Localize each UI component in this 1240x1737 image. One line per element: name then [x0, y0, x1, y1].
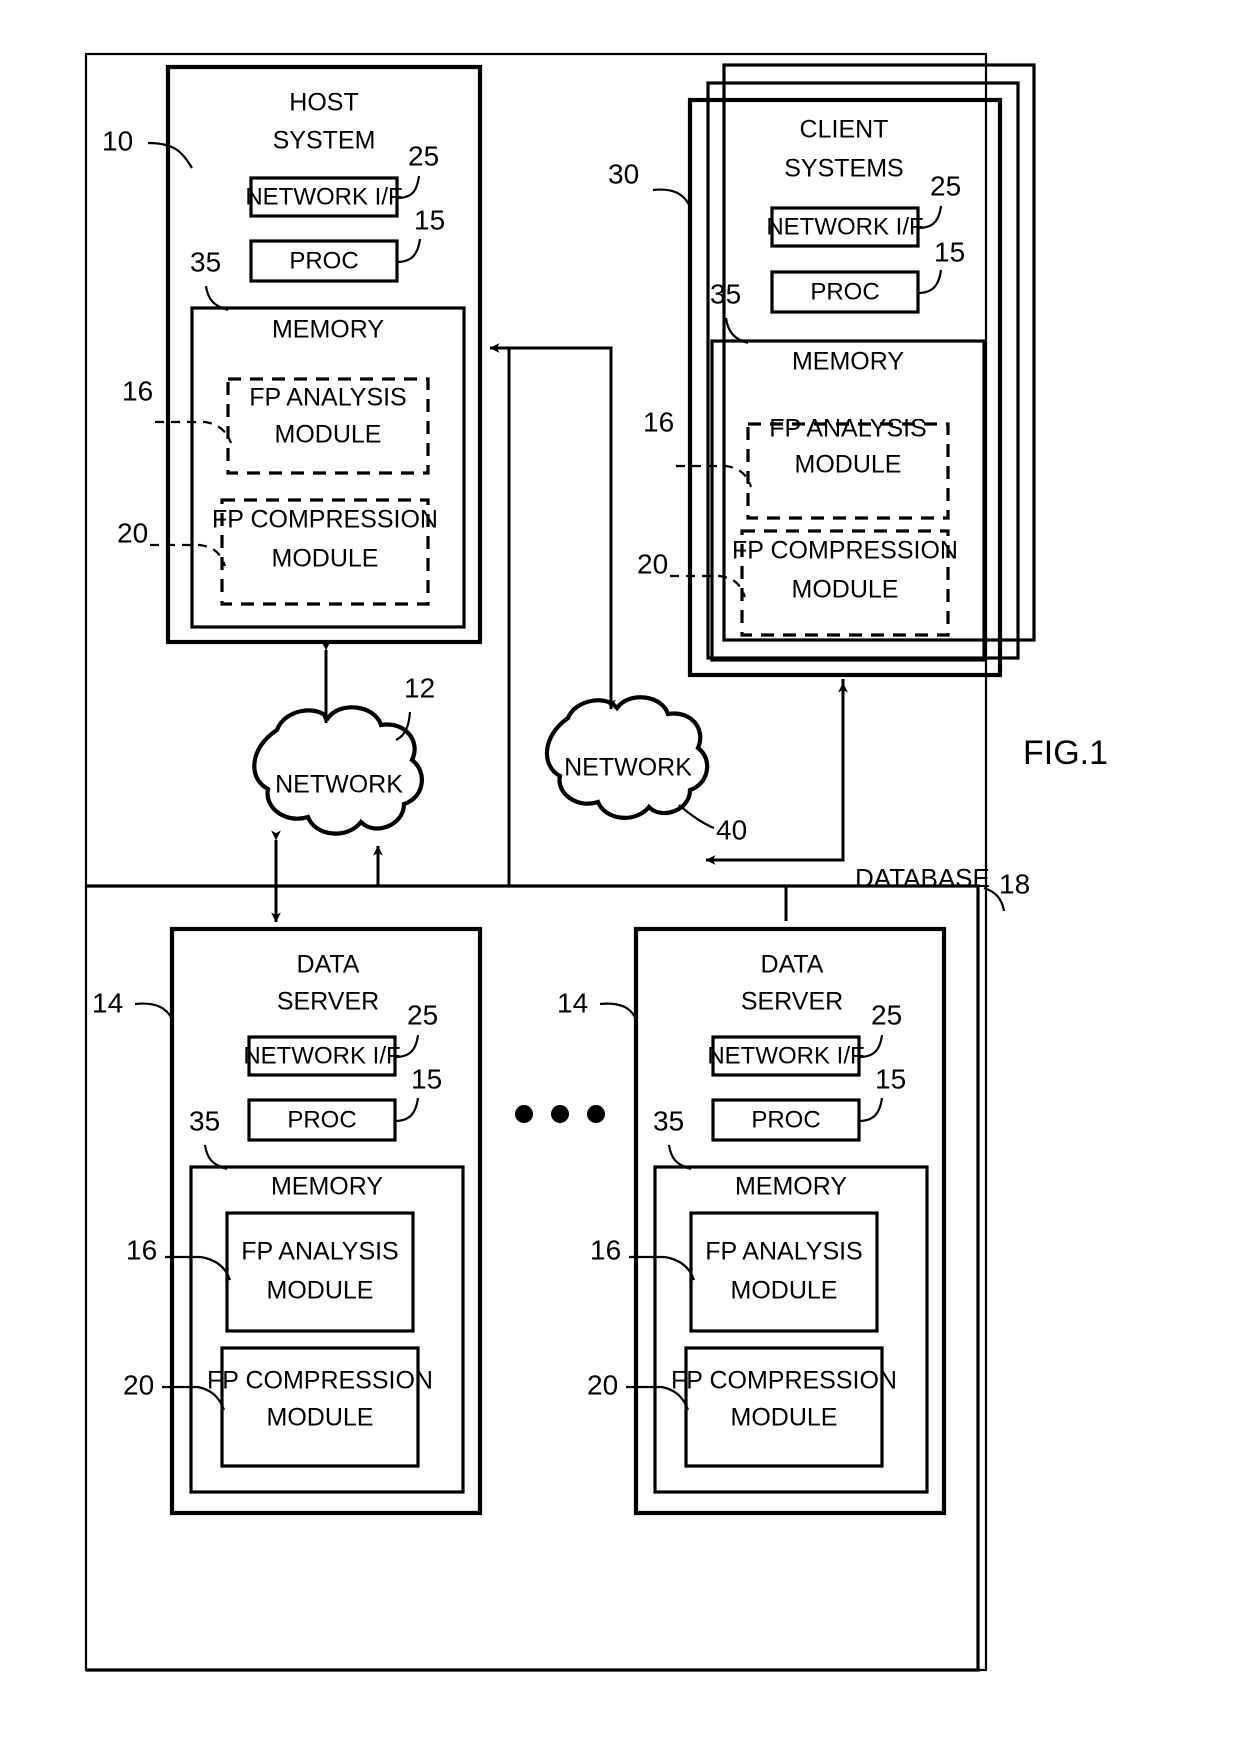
ref-15-host: 15 [414, 204, 445, 235]
ref-leader-16-ds-left [165, 1255, 232, 1281]
client-fp-analysis-module-line2: MODULE [795, 451, 902, 479]
data-server-right: DATA SERVER 14 NETWORK I/F 25 PROC 15 ME… [557, 926, 947, 1516]
database-label: DATABASE [855, 863, 990, 893]
client-network-if-label: NETWORK I/F [766, 213, 923, 240]
host-system-title-line2: SYSTEM [273, 127, 376, 155]
host-fp-compression-module-line1: FP COMPRESSION [212, 506, 438, 534]
ref-leader-30 [652, 188, 692, 208]
client-systems-title-line1: CLIENT [800, 116, 889, 144]
ref-25-ds-right: 25 [871, 999, 902, 1030]
ref-35-ds-left: 35 [189, 1105, 220, 1136]
data-server-left-fp-analysis-module-box [225, 1211, 415, 1333]
ref-leader-14-left [134, 1002, 175, 1022]
ref-16-client: 16 [643, 406, 674, 437]
data-server-right-network-if-label: NETWORK I/F [707, 1042, 864, 1069]
data-server-right-title-line1: DATA [761, 951, 824, 979]
ref-20-ds-right: 20 [587, 1369, 618, 1400]
host-system: HOST SYSTEM NETWORK I/F 25 PROC 15 MEMOR… [117, 64, 483, 645]
data-server-right-title-line2: SERVER [741, 988, 843, 1016]
host-network-if-label: NETWORK I/F [245, 183, 402, 210]
ref-15-ds-right: 15 [875, 1063, 906, 1094]
network-cloud-40: NETWORK 40 [545, 695, 747, 845]
host-memory-label: MEMORY [272, 316, 384, 344]
data-server-right-memory-label: MEMORY [735, 1173, 847, 1201]
ref-leader-15-ds-right [858, 1097, 884, 1123]
ref-35-host: 35 [190, 246, 221, 277]
ref-20-ds-left: 20 [123, 1369, 154, 1400]
ref-25-client: 25 [930, 170, 961, 201]
data-server-left-network-if-label: NETWORK I/F [243, 1042, 400, 1069]
ref-leader-16-ds-right [629, 1255, 696, 1281]
ref-leader-14-right [599, 1002, 639, 1022]
network-cloud-40-label: NETWORK [564, 754, 692, 782]
patent-figure-1: 10 HOST SYSTEM NETWORK I/F 25 PROC 15 ME… [0, 0, 1240, 1737]
ref-leader-40 [678, 804, 715, 830]
data-server-left-proc-label: PROC [287, 1106, 356, 1133]
ref-15-client: 15 [934, 236, 965, 267]
data-server-right-fp-analysis-module-box [689, 1211, 879, 1333]
connector-to-network40 [509, 346, 616, 710]
database-boundary [86, 884, 980, 1672]
data-server-right-fp-compression-module-line1: FP COMPRESSION [671, 1367, 897, 1395]
client-memory-label: MEMORY [792, 348, 904, 376]
host-fp-compression-module-line2: MODULE [272, 545, 379, 573]
data-server-ellipsis [515, 1105, 605, 1123]
ref-14-right: 14 [557, 987, 588, 1018]
data-server-right-fp-analysis-module-line1: FP ANALYSIS [705, 1238, 862, 1266]
ref-leader-15-ds-left [394, 1097, 420, 1123]
data-server-left-title-line2: SERVER [277, 988, 379, 1016]
ref-leader-20-host [150, 543, 227, 567]
data-server-left-fp-analysis-module-line2: MODULE [267, 1277, 374, 1305]
ref-25-ds-left: 25 [407, 999, 438, 1030]
client-fp-compression-module-line2: MODULE [792, 576, 899, 604]
data-server-right-proc-label: PROC [751, 1106, 820, 1133]
data-server-left-fp-analysis-module-line1: FP ANALYSIS [241, 1238, 398, 1266]
data-server-right-fp-analysis-module-line2: MODULE [731, 1277, 838, 1305]
ref-leader-15-host [396, 238, 422, 264]
client-systems: CLIENT SYSTEMS 30 NETWORK I/F 25 PROC 15… [608, 63, 1036, 678]
ref-leader-35-client [724, 317, 749, 345]
ref-35-client: 35 [710, 278, 741, 309]
client-proc-label: PROC [810, 278, 879, 305]
client-memory-box [710, 339, 986, 662]
connector-data-server-right-to-network12 [373, 845, 788, 921]
client-systems-title-line2: SYSTEMS [784, 155, 903, 183]
network-cloud-12-label: NETWORK [275, 771, 403, 799]
ref-16-ds-right: 16 [590, 1234, 621, 1265]
data-server-left-title-line1: DATA [297, 951, 360, 979]
ref-16-ds-left: 16 [126, 1234, 157, 1265]
figure-label: FIG.1 [1023, 734, 1108, 772]
ref-14-left: 14 [92, 987, 123, 1018]
host-fp-analysis-module-line1: FP ANALYSIS [249, 384, 406, 412]
data-server-right-fp-compression-module-line2: MODULE [731, 1404, 838, 1432]
data-server-left: DATA SERVER 14 NETWORK I/F 25 PROC 15 ME… [92, 926, 483, 1516]
ref-16-host: 16 [122, 375, 153, 406]
ref-20-client: 20 [637, 548, 668, 579]
network-cloud-12: NETWORK 12 [252, 672, 435, 836]
host-proc-label: PROC [289, 247, 358, 274]
host-system-title-line1: HOST [289, 89, 358, 117]
data-server-left-fp-compression-module-line1: FP COMPRESSION [207, 1367, 433, 1395]
host-fp-analysis-module-line2: MODULE [275, 421, 382, 449]
ref-25-host: 25 [408, 140, 439, 171]
host-memory-box [190, 306, 466, 629]
ref-40: 40 [716, 814, 747, 845]
data-server-left-memory-label: MEMORY [271, 1173, 383, 1201]
data-server-left-fp-compression-module-line2: MODULE [267, 1404, 374, 1432]
connector-database-to-host-memory [489, 343, 511, 886]
ref-15-ds-left: 15 [411, 1063, 442, 1094]
ref-20-host: 20 [117, 517, 148, 548]
ref-30: 30 [608, 158, 639, 189]
ref-leader-15-client [917, 269, 943, 295]
ref-10: 10 [102, 125, 133, 156]
ref-35-ds-right: 35 [653, 1105, 684, 1136]
client-fp-analysis-module-line1: FP ANALYSIS [769, 415, 926, 443]
ref-18: 18 [999, 868, 1030, 899]
ref-12: 12 [404, 672, 435, 703]
client-fp-compression-module-line1: FP COMPRESSION [732, 537, 958, 565]
